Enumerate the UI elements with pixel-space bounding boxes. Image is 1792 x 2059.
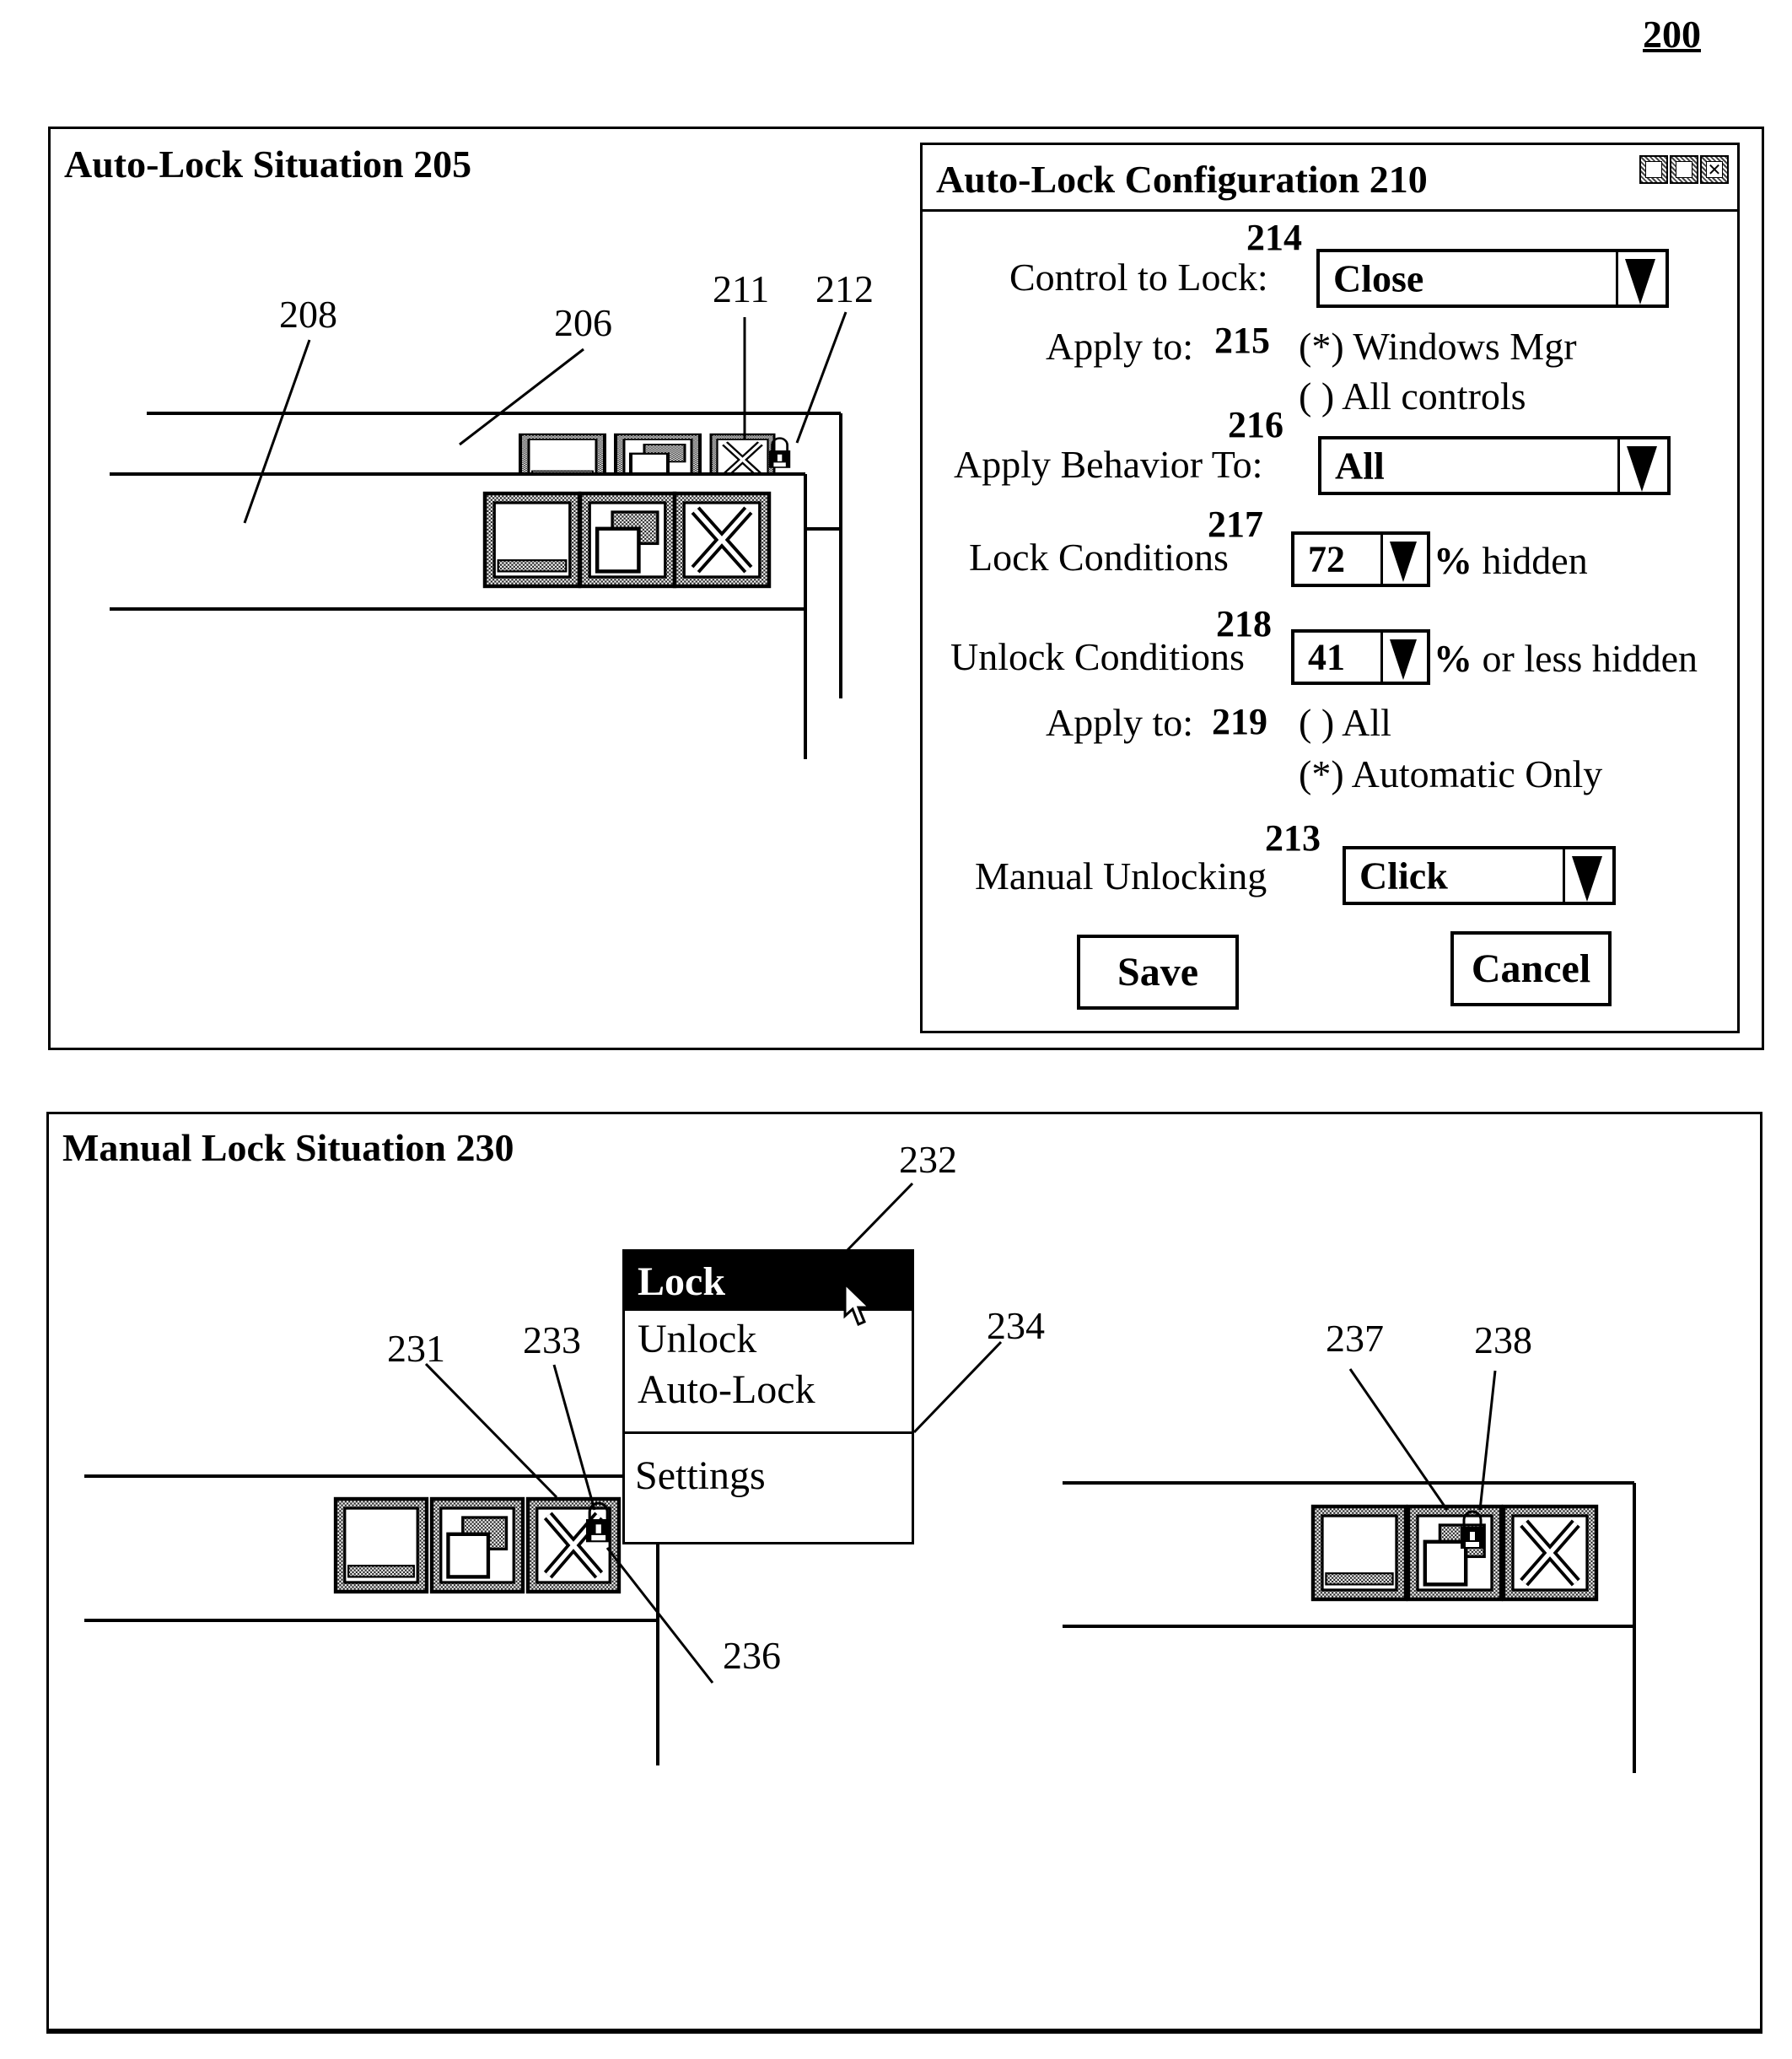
menu-item-unlock[interactable]: Unlock [638,1316,756,1362]
apply-to-label: Apply to: [1046,325,1194,368]
control-to-lock-select[interactable]: Close [1316,249,1669,308]
control-to-lock-value: Close [1333,256,1424,300]
close-icon [675,493,769,586]
ref-214: 214 [1246,217,1302,258]
ref-213: 213 [1265,817,1321,859]
dialog-close-button[interactable]: ✕ [1700,155,1729,184]
radio-label: All controls [1342,375,1526,418]
unlock-apply-to-label: Apply to: [1046,701,1194,744]
foreground-window-208 [110,472,807,759]
radio-marker[interactable]: (*) [1299,325,1344,368]
chevron-down-icon[interactable] [1563,849,1612,902]
menu-item-auto-lock[interactable]: Auto-Lock [638,1366,815,1413]
manual-unlocking-select[interactable]: Click [1343,846,1616,905]
apply-behavior-to-label: Apply Behavior To: [954,443,1263,486]
ref-237: 237 [1326,1317,1384,1360]
minimize-icon [485,493,579,586]
lock-conditions-suffix: %% hidden hidden [1434,538,1588,583]
ref-208: 208 [279,293,337,336]
percent-sign: % [1434,539,1472,582]
dialog-window-controls: ✕ [1639,155,1729,184]
apply-to-option-all-controls[interactable]: ( ) All controls [1299,374,1526,418]
ref-232: 232 [899,1138,957,1181]
ref-233: 233 [523,1318,581,1361]
background-window-controls [514,434,805,491]
unlock-conditions-select[interactable]: 41 [1291,629,1430,685]
dialog-restore-button[interactable] [1670,155,1698,184]
restore-icon-237 [1408,1507,1501,1599]
unlock-apply-to-option-all[interactable]: ( ) All [1299,700,1391,745]
radio-label: Windows Mgr [1353,325,1577,368]
minimize-icon [1645,161,1662,178]
chevron-down-icon[interactable] [1380,535,1427,584]
menu-item-lock[interactable]: Lock [638,1259,725,1305]
minimize-icon [336,1499,427,1592]
close-icon [1504,1507,1596,1599]
lock-conditions-label: Lock Conditions [969,536,1229,579]
manual-window-left [84,1474,659,1765]
unlock-conditions-suffix-visible: or less hidden [1472,637,1698,680]
apply-behavior-to-value: All [1335,444,1385,488]
close-icon: ✕ [1706,161,1723,180]
apply-behavior-to-select[interactable]: All [1318,436,1671,495]
leader-lines-top [243,311,848,524]
cancel-button[interactable]: Cancel [1450,931,1612,1006]
chevron-down-icon[interactable] [1380,633,1427,682]
lock-icon-212 [767,437,792,470]
unlock-conditions-suffix: % or less hidden [1434,636,1698,681]
lock-conditions-select[interactable]: 72 [1291,531,1430,587]
unlock-conditions-value: 41 [1308,636,1345,678]
lock-conditions-value: 72 [1308,538,1345,580]
radio-marker[interactable]: ( ) [1299,375,1334,418]
unlock-conditions-label: Unlock Conditions [950,635,1245,678]
manual-unlocking-value: Click [1359,854,1448,897]
radio-marker[interactable]: (*) [1299,752,1344,795]
lock-context-menu: Lock Unlock Auto-Lock Settings [622,1249,914,1544]
ref-219: 219 [1212,701,1267,742]
ref-236: 236 [723,1634,781,1677]
dialog-titlebar: Auto-Lock Configuration 210 ✕ [923,145,1737,212]
ref-234: 234 [987,1304,1045,1347]
lock-conditions-suffix-visible: hidden [1472,539,1588,582]
ref-211: 211 [713,267,770,310]
chevron-down-icon[interactable] [1617,439,1667,492]
restore-icon [1676,161,1692,178]
percent-sign: % [1434,637,1472,680]
ref-216: 216 [1228,404,1283,445]
mouse-cursor-icon [843,1282,873,1326]
radio-marker[interactable]: ( ) [1299,701,1334,744]
control-to-lock-label: Control to Lock: [1009,256,1268,299]
restore-icon [580,493,675,586]
radio-label: All [1342,701,1391,744]
unlock-apply-to-option-automatic-only[interactable]: (*) Automatic Only [1299,752,1602,796]
dialog-title: Auto-Lock Configuration 210 [936,158,1428,201]
ref-212: 212 [815,267,874,310]
restore-icon [432,1499,523,1592]
manual-window-right [1063,1481,1636,1773]
dialog-minimize-button[interactable] [1639,155,1668,184]
ref-231: 231 [387,1327,445,1370]
menu-item-settings[interactable]: Settings [635,1453,766,1499]
close-icon-231 [528,1499,619,1592]
ref-206: 206 [554,301,612,344]
radio-label: Automatic Only [1351,752,1603,795]
menu-separator [625,1431,912,1434]
ref-215: 215 [1214,320,1270,361]
minimize-icon [1313,1507,1406,1599]
chevron-down-icon[interactable] [1616,252,1666,305]
ref-238: 238 [1474,1318,1532,1361]
save-button[interactable]: Save [1077,935,1239,1010]
leader-lines-bottom [424,1182,1497,1684]
apply-to-option-windows-mgr[interactable]: (*) Windows Mgr [1299,324,1577,369]
manual-unlocking-label: Manual Unlocking [975,854,1267,897]
